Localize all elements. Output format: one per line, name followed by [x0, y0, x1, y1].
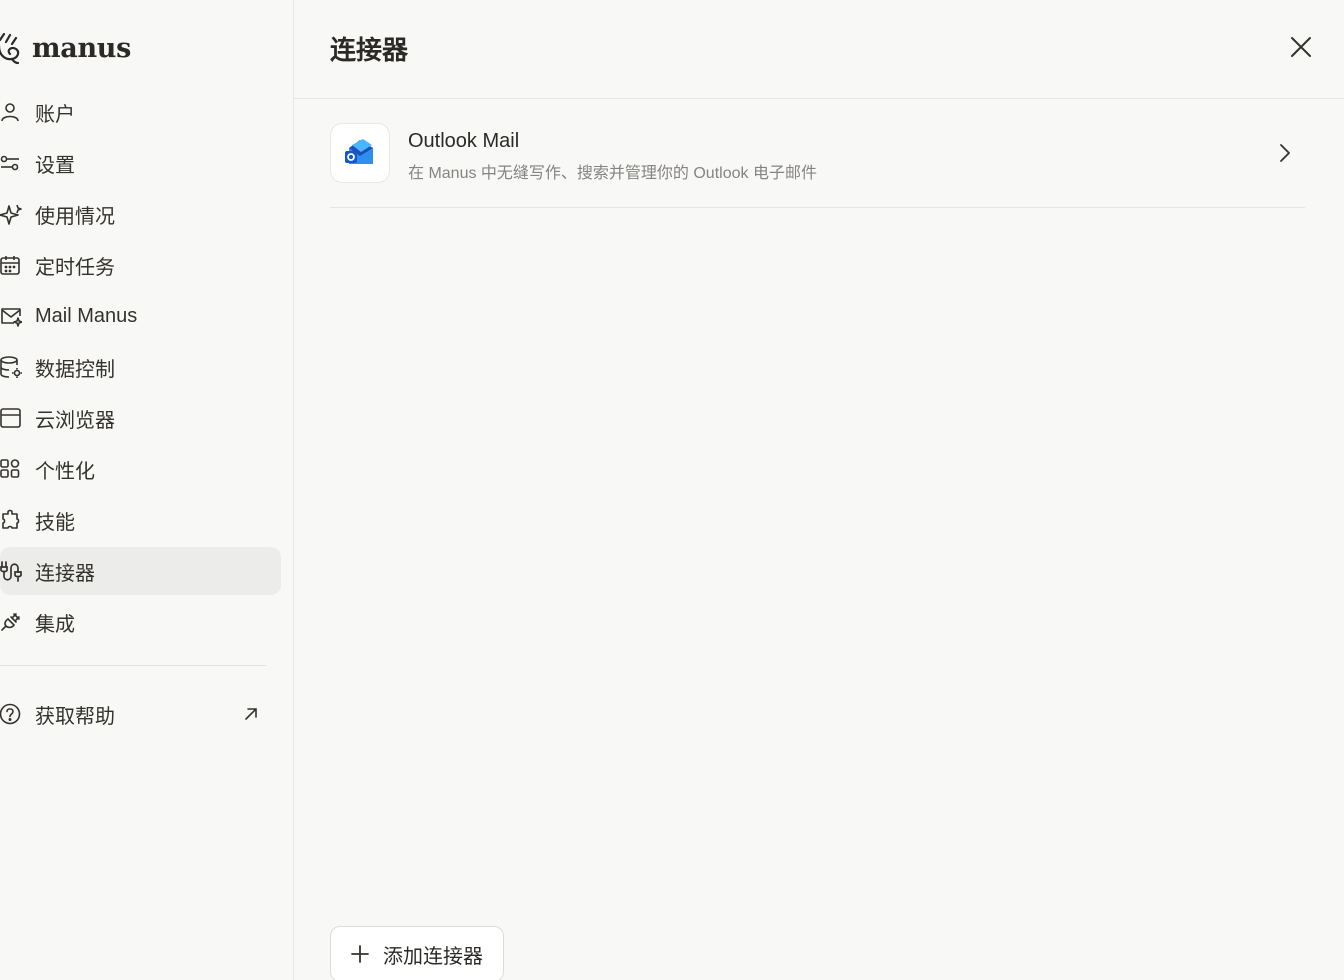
database-gear-icon — [0, 356, 22, 378]
connector-description: 在 Manus 中无缝写作、搜索并管理你的 Outlook 电子邮件 — [408, 165, 817, 182]
connector-text: Outlook Mail 在 Manus 中无缝写作、搜索并管理你的 Outlo… — [408, 130, 817, 183]
sidebar-item-label: 账户 — [35, 103, 75, 126]
sidebar-item-skills[interactable]: 技能 — [0, 496, 281, 544]
sidebar-item-label: 定时任务 — [35, 256, 115, 279]
sidebar-item-connectors[interactable]: 连接器 — [0, 547, 281, 595]
page-title: 连接器 — [330, 35, 409, 65]
sidebar-item-label: 设置 — [35, 154, 75, 177]
logo[interactable]: manus — [0, 28, 131, 68]
connector-name: Outlook Mail — [408, 130, 520, 152]
panel-header: 连接器 — [294, 0, 1344, 99]
sidebar-item-personalization[interactable]: 个性化 — [0, 445, 281, 493]
add-connector-button[interactable]: 添加连接器 — [330, 926, 504, 980]
sidebar-divider — [0, 665, 266, 666]
outlook-icon — [330, 123, 390, 183]
help-link[interactable]: 获取帮助 — [0, 690, 266, 738]
plug-icon — [0, 611, 22, 633]
brand-name: manus — [32, 32, 132, 64]
connector-icon — [0, 560, 22, 582]
sidebar-item-label: 连接器 — [35, 562, 95, 585]
sidebar-item-cloud-browser[interactable]: 云浏览器 — [0, 394, 281, 442]
chevron-right-icon — [1280, 144, 1290, 162]
puzzle-icon — [0, 509, 22, 531]
sidebar-item-data-controls[interactable]: 数据控制 — [0, 343, 281, 391]
sidebar-item-settings[interactable]: 设置 — [0, 139, 281, 187]
close-icon[interactable] — [1288, 34, 1314, 60]
sidebar-item-label: 使用情况 — [35, 205, 115, 228]
sidebar-item-scheduled-tasks[interactable]: 定时任务 — [0, 241, 281, 289]
sidebar-nav: 账户 设置 使用情况 定时任务 Mail Manus 数据控制 云浏览器 个性化… — [0, 88, 281, 649]
user-icon — [0, 101, 22, 123]
mail-icon — [0, 305, 22, 327]
sidebar-item-label: 技能 — [35, 511, 75, 534]
sidebar-item-label: 个性化 — [35, 460, 95, 483]
plus-icon — [351, 945, 369, 963]
sidebar-item-label: 数据控制 — [35, 358, 115, 381]
sidebar-item-mail-manus[interactable]: Mail Manus — [0, 292, 281, 340]
browser-icon — [0, 407, 22, 429]
main-panel: 连接器 Outlook Mail 在 Manus 中无缝写作、搜索并管理你的 O… — [294, 0, 1344, 980]
sidebar-item-integrations[interactable]: 集成 — [0, 598, 281, 646]
grid-icon — [0, 458, 22, 480]
sidebar-item-label: 集成 — [35, 613, 75, 636]
connector-item-outlook[interactable]: Outlook Mail 在 Manus 中无缝写作、搜索并管理你的 Outlo… — [330, 122, 1305, 208]
sliders-icon — [0, 152, 22, 174]
manus-logo-icon — [0, 32, 20, 65]
sparkle-icon — [0, 203, 22, 225]
sidebar-item-label: 云浏览器 — [35, 409, 115, 432]
calendar-icon — [0, 254, 22, 276]
sidebar-item-account[interactable]: 账户 — [0, 88, 281, 136]
help-circle-icon — [0, 703, 22, 725]
sidebar-item-label: Mail Manus — [35, 304, 138, 327]
add-connector-label: 添加连接器 — [383, 945, 483, 968]
external-link-icon — [245, 708, 257, 720]
sidebar: manus 账户 设置 使用情况 定时任务 Mail Manus 数据控制 云浏… — [0, 0, 294, 980]
sidebar-item-usage[interactable]: 使用情况 — [0, 190, 281, 238]
help-label: 获取帮助 — [35, 705, 115, 728]
